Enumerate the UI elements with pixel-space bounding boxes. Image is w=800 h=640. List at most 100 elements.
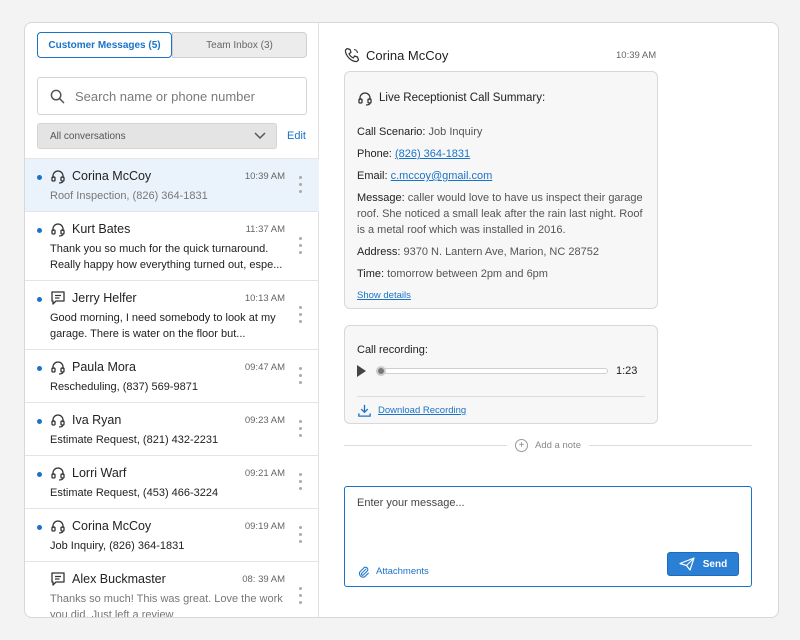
list-item[interactable]: Lorri Warf 09:21 AM Estimate Request, (4… (25, 456, 319, 509)
call-summary-card: Live Receptionist Call Summary: Call Sce… (344, 71, 658, 309)
paperclip-icon (358, 566, 369, 578)
message-time: 09:21 AM (244, 467, 285, 479)
message-preview: Good morning, I need somebody to look at… (50, 312, 276, 340)
inbox-tabs: Customer Messages (5) Team Inbox (3) (37, 32, 307, 58)
audio-progress-slider[interactable] (376, 366, 608, 376)
recording-duration: 1:23 (616, 365, 638, 377)
list-item[interactable]: Alex Buckmaster 08: 39 AM Thanks so much… (25, 562, 319, 618)
chat-contact-name: Corina McCoy (366, 47, 449, 63)
search-box[interactable] (37, 77, 307, 115)
divider (357, 396, 645, 397)
attachments-button[interactable]: Attachments (357, 565, 429, 578)
summary-email-row: Email: c.mccoy@gmail.com (357, 168, 645, 184)
divider (588, 444, 752, 446)
headset-icon (51, 467, 65, 481)
unread-dot (37, 297, 42, 302)
list-item[interactable]: Corina McCoy 09:19 AM Job Inquiry, (826)… (25, 509, 319, 562)
audio-progress-knob[interactable] (376, 366, 386, 376)
more-options-icon[interactable] (299, 420, 303, 441)
divider (344, 444, 508, 446)
conversation-filter-select[interactable]: All conversations (37, 123, 277, 149)
unread-dot (37, 175, 42, 180)
list-item[interactable]: Kurt Bates 11:37 AM Thank you so much fo… (25, 212, 319, 281)
download-recording-label: Download Recording (378, 405, 467, 416)
message-time: 11:37 AM (245, 223, 285, 235)
more-options-icon[interactable] (299, 367, 303, 388)
tab-customer-messages[interactable]: Customer Messages (5) (37, 32, 172, 58)
edit-link[interactable]: Edit (287, 130, 306, 142)
message-time: 10:39 AM (244, 170, 285, 182)
download-recording-link[interactable]: Download Recording (357, 403, 645, 418)
more-options-icon[interactable] (299, 587, 303, 608)
message-input[interactable] (357, 497, 737, 537)
address-label: Address: (357, 246, 401, 258)
chat-icon (51, 291, 65, 305)
search-icon (50, 89, 65, 103)
chevron-down-icon (254, 132, 266, 140)
unread-dot (37, 525, 42, 530)
time-value: tomorrow between 2pm and 6pm (387, 268, 548, 280)
email-link[interactable]: c.mccoy@gmail.com (391, 170, 493, 182)
send-button[interactable]: Send (667, 552, 739, 576)
message-preview: Thank you so much for the quick turnarou… (50, 243, 283, 271)
chat-header: Corina McCoy 10:39 AM (344, 47, 758, 63)
conversation-list: Corina McCoy 10:39 AM Roof Inspection, (… (25, 158, 319, 617)
show-details-link[interactable]: Show details (357, 288, 645, 304)
message-preview: Thanks so much! This was great. Love the… (50, 593, 283, 618)
add-note-button[interactable]: + Add a note (507, 438, 589, 452)
message-label: Message: (357, 192, 405, 204)
contact-name: Kurt Bates (72, 222, 131, 236)
send-label: Send (702, 558, 728, 570)
summary-phone-row: Phone: (826) 364-1831 (357, 146, 645, 162)
message-preview: Estimate Request, (453) 466-3224 (50, 487, 219, 499)
summary-message-row: Message: caller would love to have us in… (357, 190, 645, 238)
summary-time-row: Time: tomorrow between 2pm and 6pm (357, 266, 645, 282)
more-options-icon[interactable] (299, 473, 303, 494)
search-input[interactable] (75, 88, 285, 104)
more-options-icon[interactable] (299, 237, 303, 258)
more-options-icon[interactable] (299, 176, 303, 197)
list-item[interactable]: Paula Mora 09:47 AM Rescheduling, (837) … (25, 350, 319, 403)
message-preview: Rescheduling, (837) 569-9871 (50, 381, 198, 393)
summary-address-row: Address: 9370 N. Lantern Ave, Marion, NC… (357, 244, 645, 260)
more-options-icon[interactable] (299, 306, 303, 327)
phone-label: Phone: (357, 148, 392, 160)
plus-icon: + (515, 438, 529, 452)
chat-time: 10:39 AM (616, 49, 657, 61)
unread-dot (37, 366, 42, 371)
unread-dot (37, 472, 42, 477)
chat-icon (51, 572, 65, 586)
list-item[interactable]: Iva Ryan 09:23 AM Estimate Request, (821… (25, 403, 319, 456)
contact-name: Iva Ryan (72, 413, 122, 427)
message-time: 10:13 AM (244, 292, 285, 304)
app-window: Customer Messages (5) Team Inbox (3) All… (24, 22, 779, 618)
phone-link[interactable]: (826) 364-1831 (395, 148, 470, 160)
headset-icon (51, 223, 65, 237)
message-time: 09:19 AM (244, 520, 285, 532)
tab-team-inbox[interactable]: Team Inbox (3) (172, 32, 307, 58)
summary-scenario-row: Call Scenario: Job Inquiry (357, 124, 645, 140)
summary-title: Live Receptionist Call Summary: (379, 92, 546, 104)
headset-icon (51, 414, 65, 428)
filter-row: All conversations Edit (37, 123, 307, 149)
time-label: Time: (357, 268, 385, 280)
filter-selected-value: All conversations (50, 130, 126, 142)
play-icon[interactable] (357, 365, 366, 377)
message-preview: Roof Inspection, (826) 364-1831 (50, 190, 208, 202)
audio-player: 1:23 (357, 362, 645, 380)
scenario-label: Call Scenario: (357, 126, 426, 138)
message-time: 09:23 AM (244, 414, 285, 426)
message-preview: Job Inquiry, (826) 364-1831 (50, 540, 185, 552)
message-composer: Attachments Send (344, 486, 752, 587)
scenario-value: Job Inquiry (428, 126, 483, 138)
list-item[interactable]: Corina McCoy 10:39 AM Roof Inspection, (… (25, 159, 319, 212)
headset-icon (51, 520, 65, 534)
headset-icon (51, 170, 65, 184)
contact-name: Lorri Warf (72, 466, 127, 480)
unread-dot (37, 419, 42, 424)
contact-name: Corina McCoy (72, 169, 152, 183)
add-note-row: + Add a note (344, 437, 752, 453)
more-options-icon[interactable] (299, 526, 303, 547)
list-item[interactable]: Jerry Helfer 10:13 AM Good morning, I ne… (25, 281, 319, 350)
recording-label: Call recording: (357, 344, 428, 356)
